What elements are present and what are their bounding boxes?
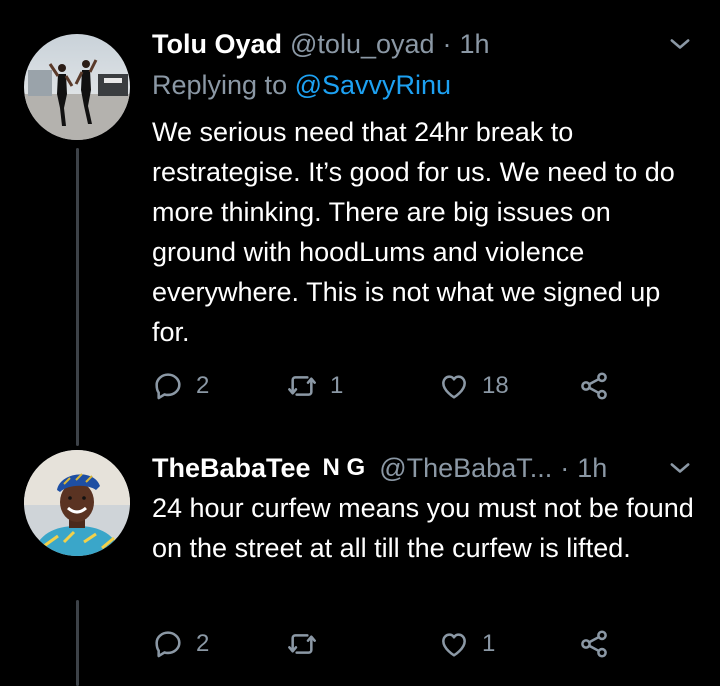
avatar-photo-dancers: [24, 34, 130, 140]
chevron-down-icon[interactable]: [666, 30, 694, 58]
tweet-text: 24 hour curfew means you must not be fou…: [152, 493, 694, 563]
tweet-header: Tolu Oyad @tolu_oyad · 1h: [152, 26, 694, 62]
reply-count: 2: [196, 372, 210, 399]
separator-dot: ·: [442, 28, 452, 59]
reply-count: 2: [196, 630, 210, 657]
share-button[interactable]: [578, 624, 610, 664]
share-button[interactable]: [578, 366, 610, 406]
flag-emoji: N G: [322, 454, 366, 481]
user-handle[interactable]: @tolu_oyad: [290, 29, 435, 60]
thread-connector-line: [76, 148, 79, 446]
timestamp[interactable]: 1h: [577, 453, 607, 484]
like-count: 18: [482, 372, 509, 399]
tweet-text: We serious need that 24hr break to restr…: [152, 117, 675, 347]
reply-icon: [155, 631, 181, 658]
like-button[interactable]: 1: [438, 624, 495, 664]
retweet-button[interactable]: [286, 624, 330, 664]
mention-link[interactable]: @SavvyRinu: [295, 70, 451, 100]
thread-connector-line-lower: [76, 600, 79, 686]
user-handle[interactable]: @TheBabaT...: [379, 453, 552, 484]
heart-icon: [442, 375, 466, 399]
replying-to: Replying to @SavvyRinu: [152, 70, 451, 101]
tweet-header: TheBabaTee N G @TheBabaT... · 1h: [152, 450, 694, 486]
avatar[interactable]: [24, 34, 130, 140]
reply-button[interactable]: 2: [152, 624, 209, 664]
reply-icon: [155, 373, 181, 400]
display-name[interactable]: Tolu Oyad: [152, 29, 282, 60]
chevron-down-icon[interactable]: [666, 454, 694, 482]
heart-icon: [442, 633, 466, 657]
avatar[interactable]: [24, 450, 130, 556]
retweet-icon: [288, 376, 316, 396]
retweet-icon: [288, 634, 316, 654]
reply-button[interactable]: 2: [152, 366, 209, 406]
display-name[interactable]: TheBabaTee: [152, 453, 311, 484]
retweet-count: 1: [330, 372, 344, 399]
like-button[interactable]: 18: [438, 366, 509, 406]
timestamp[interactable]: 1h: [460, 29, 490, 60]
like-count: 1: [482, 630, 496, 657]
retweet-button[interactable]: 1: [286, 366, 343, 406]
replying-to-label: Replying to: [152, 70, 288, 100]
separator-dot: ·: [560, 452, 570, 483]
avatar-photo-man-cap: [24, 450, 130, 556]
share-icon: [581, 630, 607, 658]
share-icon: [581, 372, 607, 400]
